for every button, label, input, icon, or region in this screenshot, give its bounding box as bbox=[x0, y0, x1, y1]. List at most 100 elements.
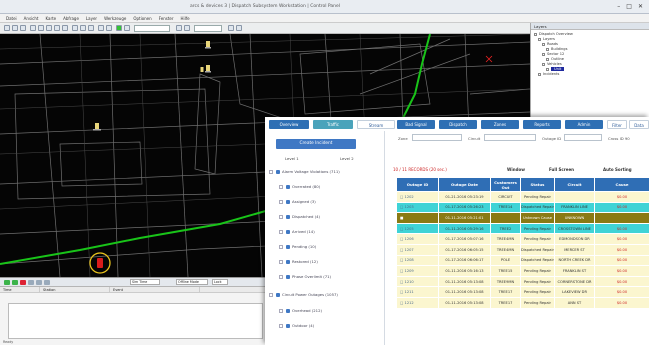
search-icon[interactable] bbox=[98, 25, 104, 31]
table-row[interactable]: □ 1202 01-21-2016 05:23:19 CIRCUIT Pending … bbox=[396, 191, 649, 203]
outage-id-input[interactable] bbox=[564, 134, 602, 141]
sim-time-field[interactable]: Sim Time bbox=[130, 279, 160, 285]
tab-zones[interactable]: Zones bbox=[481, 120, 519, 129]
expand-icon[interactable] bbox=[538, 72, 541, 76]
filter-item[interactable]: Outdoor (4) bbox=[269, 322, 381, 331]
filter-item[interactable]: Dispatched (4) bbox=[269, 213, 381, 222]
table-row[interactable]: □ 1211 01-11-2016 05:13:08 TREE17 Pending R… bbox=[396, 286, 649, 298]
zoom-out-icon[interactable] bbox=[38, 25, 44, 31]
expand-icon[interactable] bbox=[546, 47, 549, 51]
stop-icon[interactable] bbox=[20, 280, 26, 285]
forward-icon[interactable] bbox=[184, 25, 190, 31]
expand-icon[interactable] bbox=[542, 52, 545, 56]
table-row[interactable]: □ 1208 01-17-2016 06:06:17 POLE Dispatched … bbox=[396, 254, 649, 267]
table-row[interactable]: □ 1207 01-17-2016 06:05:15 TREE4MN Dispatch… bbox=[396, 243, 649, 256]
table-row[interactable]: □ 1210 01-11-2016 05:13:08 TREE9MN Pending … bbox=[396, 275, 649, 288]
menu-window[interactable]: Fenster bbox=[159, 16, 174, 21]
menu-tools[interactable]: Werkzeuge bbox=[104, 16, 126, 21]
measure-icon[interactable] bbox=[62, 25, 68, 31]
new-icon[interactable] bbox=[4, 25, 10, 31]
back-icon[interactable] bbox=[176, 25, 182, 31]
table-row[interactable]: □ 1203 01-17-2016 05:26:23 TREE14 Dispatche… bbox=[396, 201, 649, 214]
level-2-option[interactable]: Level 2 bbox=[340, 156, 354, 161]
filter-item[interactable]: Overrated (80) bbox=[269, 183, 381, 192]
col-cause[interactable]: Cause bbox=[594, 177, 649, 192]
col-station[interactable]: Station bbox=[40, 287, 110, 292]
device-icon[interactable] bbox=[205, 41, 211, 49]
expand-icon[interactable] bbox=[542, 42, 545, 46]
close-button[interactable]: ✕ bbox=[638, 3, 643, 10]
level-1-option[interactable]: Level 1 bbox=[285, 156, 299, 161]
create-incident-button[interactable]: Create Incident bbox=[276, 139, 356, 149]
tab-stream[interactable]: Stream bbox=[357, 120, 395, 129]
incident-marker[interactable] bbox=[485, 55, 493, 63]
tab-traffic[interactable]: Traffic bbox=[313, 120, 353, 129]
go-icon[interactable] bbox=[116, 25, 122, 31]
zoom-in-icon[interactable] bbox=[30, 25, 36, 31]
table-row[interactable]: □ 1212 01-11-2016 05:13:08 TREE17 Pending R… bbox=[396, 296, 649, 309]
expand-icon[interactable] bbox=[534, 32, 537, 36]
tab-admin[interactable]: Admin bbox=[565, 120, 603, 129]
select-icon[interactable] bbox=[54, 25, 60, 31]
menu-map[interactable]: Karte bbox=[45, 16, 56, 21]
tab-reports[interactable]: Reports bbox=[523, 120, 561, 129]
resume-icon[interactable] bbox=[12, 280, 18, 285]
print-icon[interactable] bbox=[88, 25, 94, 31]
locate-icon[interactable] bbox=[124, 25, 130, 31]
scale-dropdown[interactable] bbox=[134, 25, 170, 32]
lock-field[interactable]: Lock bbox=[212, 279, 228, 285]
maximize-button[interactable]: □ bbox=[626, 3, 632, 10]
filter-checkbox[interactable] bbox=[279, 260, 283, 264]
circuit-input[interactable] bbox=[484, 134, 536, 141]
filter-checkbox[interactable] bbox=[279, 309, 283, 313]
open-icon[interactable] bbox=[12, 25, 18, 31]
col-customers-out[interactable]: Customers Out bbox=[490, 177, 521, 192]
auto-sort-toggle[interactable]: Auto Sorting bbox=[603, 167, 632, 172]
rewind-icon[interactable] bbox=[28, 280, 34, 285]
filter-item[interactable]: Restored (12) bbox=[269, 258, 381, 267]
filter-group[interactable]: Circuit Power Outages (1057) bbox=[269, 291, 381, 300]
device-icon[interactable] bbox=[93, 123, 101, 131]
tab-dispatch[interactable]: Dispatch bbox=[439, 120, 477, 129]
layer-dropdown[interactable] bbox=[194, 25, 222, 32]
filter-checkbox[interactable] bbox=[279, 200, 283, 204]
minimize-button[interactable]: – bbox=[617, 3, 620, 10]
tab-overview[interactable]: Overview bbox=[269, 120, 309, 129]
col-event[interactable]: Event bbox=[110, 287, 200, 292]
zone-input[interactable] bbox=[412, 134, 462, 141]
device-icon[interactable] bbox=[200, 67, 204, 72]
full-screen-toggle[interactable]: Full Screen bbox=[549, 167, 574, 172]
table-row[interactable]: □ 1209 01-11-2016 05:16:13 TREE15 Pending R… bbox=[396, 265, 649, 277]
col-circuit[interactable]: Circuit bbox=[554, 177, 595, 192]
filter-item[interactable]: Arrived (14) bbox=[269, 228, 381, 237]
col-outage-date[interactable]: Outage Date bbox=[438, 177, 491, 192]
filter-icon[interactable] bbox=[228, 25, 234, 31]
menu-layer[interactable]: Layer bbox=[86, 16, 97, 21]
filter-item[interactable]: Overhead (212) bbox=[269, 307, 381, 316]
mode-field[interactable]: Offline Mode bbox=[176, 279, 208, 285]
col-status[interactable]: Status bbox=[520, 177, 555, 192]
col-outage-id[interactable]: Outage ID bbox=[396, 177, 439, 192]
filter-checkbox[interactable] bbox=[279, 215, 283, 219]
menu-help[interactable]: Hilfe bbox=[181, 16, 190, 21]
tree-item[interactable]: Incidents bbox=[534, 72, 646, 77]
pan-icon[interactable] bbox=[46, 25, 52, 31]
menu-options[interactable]: Optionen bbox=[133, 16, 151, 21]
menu-file[interactable]: Datei bbox=[6, 16, 17, 21]
window-toggle[interactable]: Window bbox=[507, 167, 525, 172]
expand-icon[interactable] bbox=[538, 37, 541, 41]
table-row[interactable]: □ 1205 01-11-2016 05:29:16 TREE2 Pending Re… bbox=[396, 222, 649, 235]
menu-view[interactable]: Ansicht bbox=[24, 16, 39, 21]
tab-data[interactable]: Data bbox=[629, 120, 649, 129]
clear-icon[interactable] bbox=[44, 280, 50, 285]
menu-query[interactable]: Abfrage bbox=[63, 16, 79, 21]
settings-icon[interactable] bbox=[236, 25, 242, 31]
filter-item[interactable]: Phase Overlimit (71) bbox=[269, 273, 381, 282]
save-icon[interactable] bbox=[20, 25, 26, 31]
filter-checkbox[interactable] bbox=[279, 230, 283, 234]
selected-vehicle-marker[interactable] bbox=[89, 252, 111, 274]
filter-item[interactable]: Pending (10) bbox=[269, 243, 381, 252]
event-log-list[interactable] bbox=[8, 303, 263, 339]
filter-checkbox[interactable] bbox=[279, 245, 283, 249]
filter-checkbox[interactable] bbox=[279, 275, 283, 279]
